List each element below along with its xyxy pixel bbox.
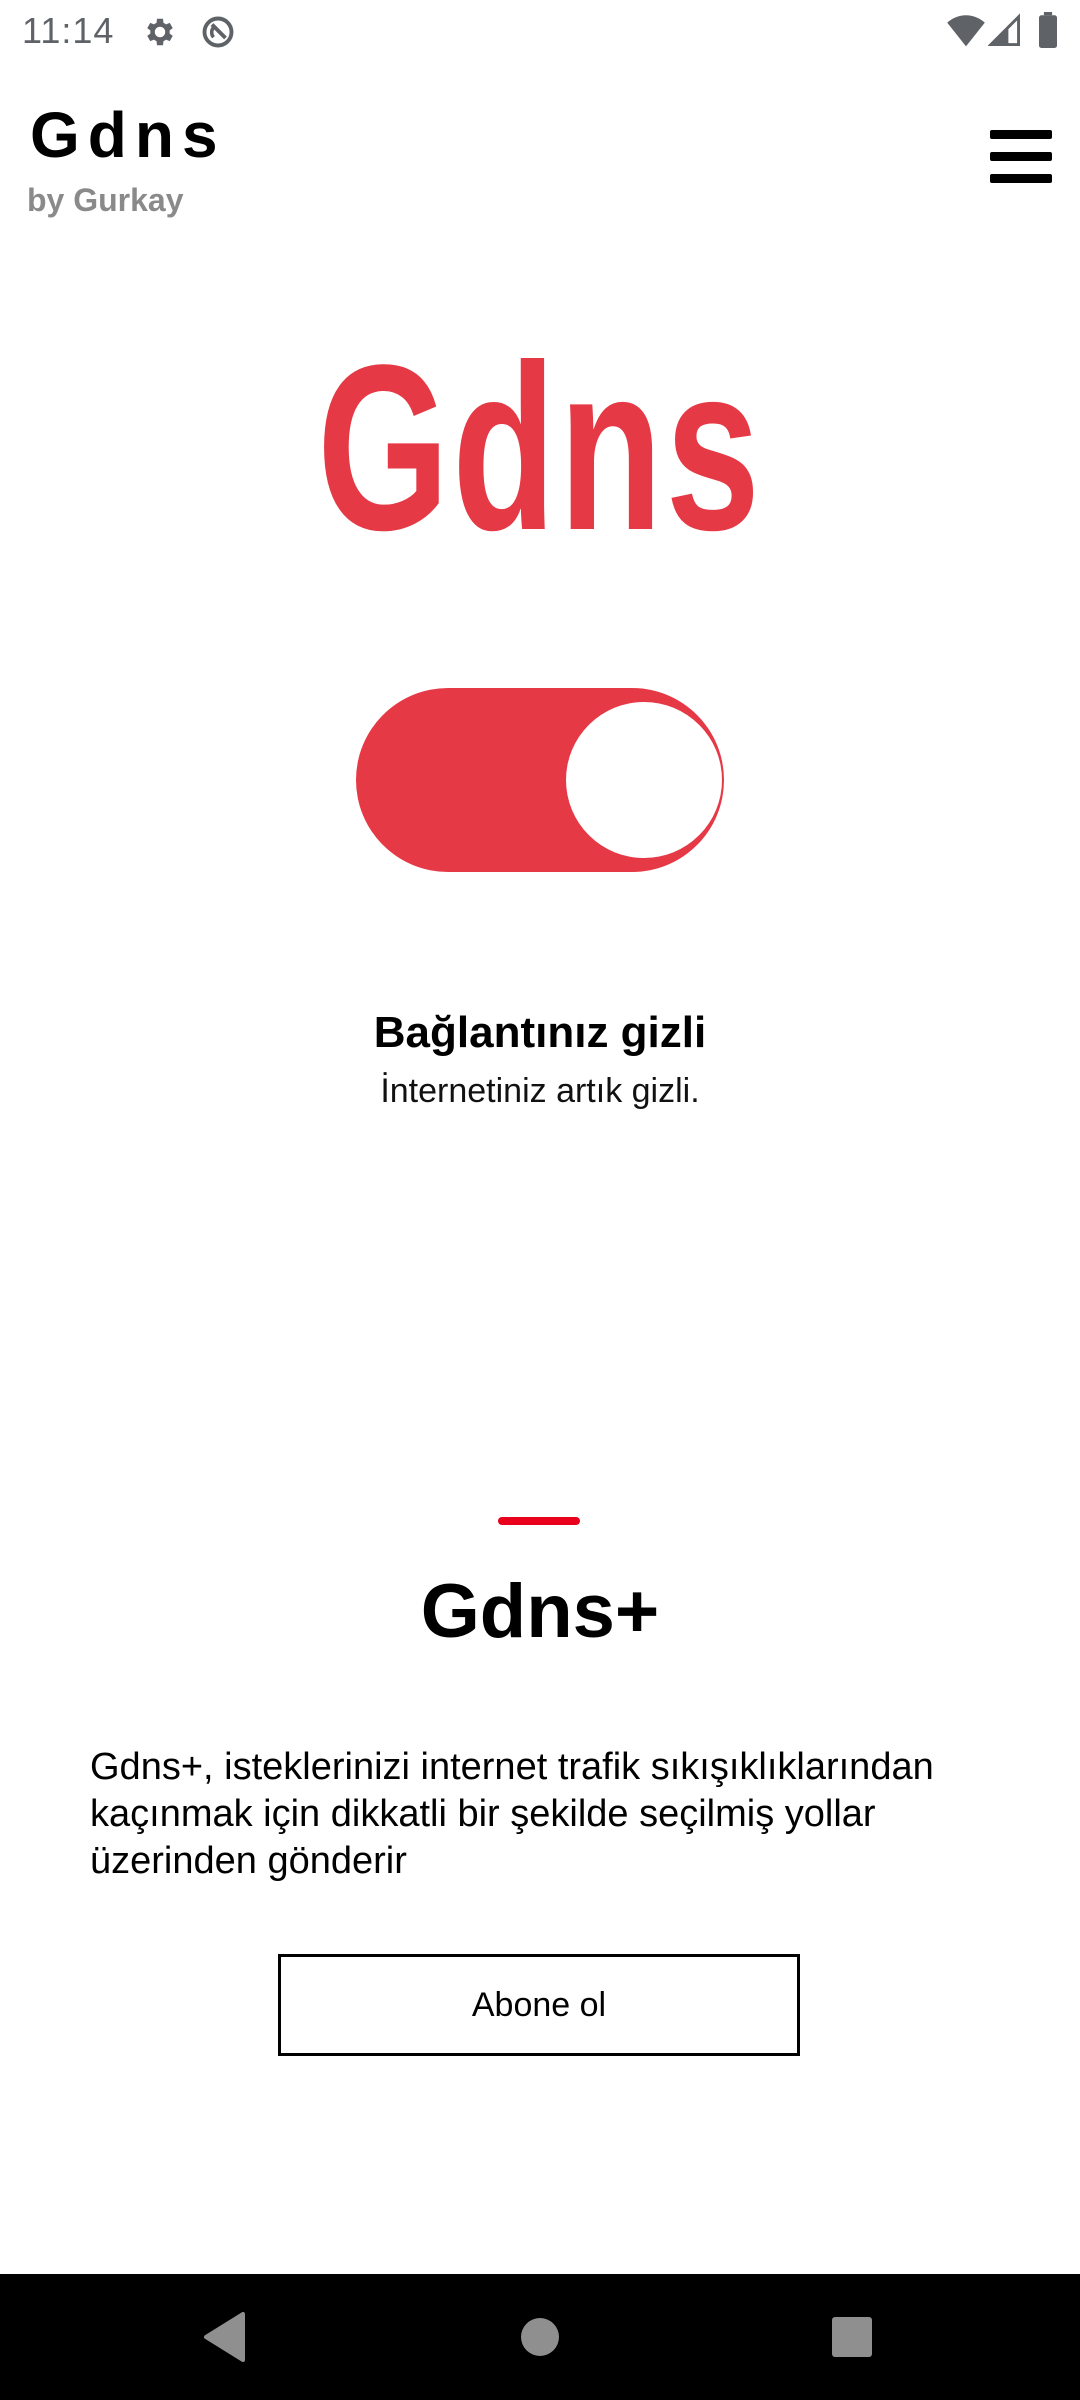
signal-icon — [988, 13, 1020, 46]
connection-status: Bağlantınız gizli — [373, 1008, 707, 1057]
vpn-toggle[interactable] — [356, 688, 724, 872]
subscribe-button[interactable]: Abone ol — [278, 1954, 800, 2056]
status-time: 11:14 — [22, 10, 115, 51]
menu-bar-middle — [990, 152, 1052, 161]
home-icon — [521, 2318, 559, 2356]
settings-icon — [147, 18, 173, 46]
recents-button[interactable] — [792, 2274, 912, 2400]
accent-divider — [498, 1517, 580, 1525]
back-icon — [204, 2312, 245, 2362]
recents-icon — [832, 2317, 872, 2357]
menu-bar-top — [990, 130, 1052, 139]
connection-detail: İnternetiniz artık gizli. — [380, 1072, 700, 1110]
app-subtitle: by Gurkay — [27, 182, 184, 218]
hero-logo: Gdns — [317, 316, 763, 580]
data-saver-icon — [202, 16, 234, 48]
home-button[interactable] — [480, 2274, 600, 2400]
battery-icon — [1039, 12, 1057, 48]
app-title: Gdns — [30, 99, 226, 171]
status-bar: 11:14 — [0, 0, 1080, 62]
navigation-bar — [0, 2274, 1080, 2400]
premium-title: Gdns+ — [420, 1569, 660, 1654]
wifi-icon — [947, 15, 985, 47]
premium-description: Gdns+, isteklerinizi internet trafik sık… — [90, 1746, 934, 1882]
hamburger-menu-icon[interactable] — [990, 128, 1052, 184]
back-button[interactable] — [166, 2274, 286, 2400]
menu-bar-bottom — [990, 174, 1052, 183]
toggle-knob — [566, 702, 722, 858]
screen: 11:14 Gdns by Gurkay Gdns Bağlantınız gi… — [0, 0, 1080, 2400]
